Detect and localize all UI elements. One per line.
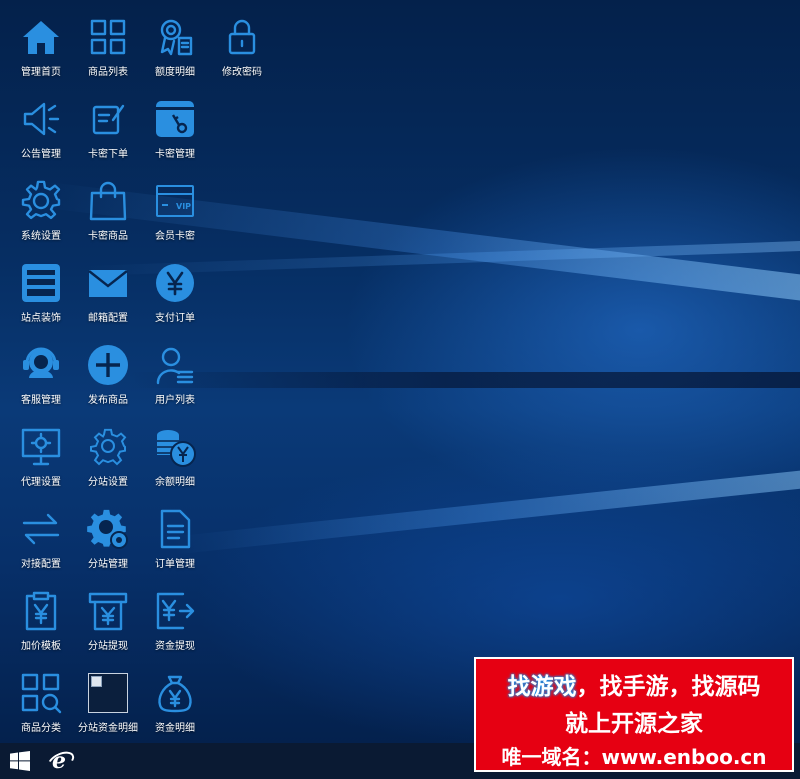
swap-arrows-icon [20, 508, 62, 550]
atm-yen-icon [87, 590, 129, 632]
internet-explorer-icon[interactable]: e [46, 748, 72, 774]
lock-icon [221, 16, 263, 58]
desktop-shortcut[interactable]: 商品列表 [75, 4, 141, 84]
desktop-shortcut[interactable]: 管理首页 [8, 4, 74, 84]
desktop-shortcut[interactable]: 用户列表 [142, 332, 208, 412]
shortcut-label: 商品列表 [88, 67, 128, 78]
gear-outline-icon [87, 426, 129, 468]
document-icon [154, 508, 196, 550]
shortcut-label: 额度明细 [155, 67, 195, 78]
shortcut-label: 分站管理 [88, 559, 128, 570]
shortcut-label: 邮箱配置 [88, 313, 128, 324]
shortcut-label: 分站资金明细 [78, 723, 138, 734]
shortcut-label: 商品分类 [21, 723, 61, 734]
shortcut-label: 订单管理 [155, 559, 195, 570]
plus-circle-icon [87, 344, 129, 386]
shortcut-label: 发布商品 [88, 395, 128, 406]
shortcut-label: 分站提现 [88, 641, 128, 652]
desktop-shortcut[interactable]: 卡密下单 [75, 86, 141, 166]
desktop-shortcut[interactable]: 分站管理 [75, 496, 141, 576]
watermark-highlight: 找游戏 [507, 674, 577, 700]
svg-text:VIP: VIP [176, 202, 191, 211]
grid-icon [87, 16, 129, 58]
gear-icon [20, 180, 62, 222]
shortcut-label: 客服管理 [21, 395, 61, 406]
desktop-shortcut[interactable]: 额度明细 [142, 4, 208, 84]
desktop-shortcut[interactable]: 客服管理 [8, 332, 74, 412]
watermark-line1: 找游戏，找手游，找源码 [476, 667, 792, 701]
desktop-shortcut[interactable]: 商品分类 [8, 660, 74, 740]
yen-coin-icon [154, 262, 196, 304]
desktop-shortcut[interactable]: 分站提现 [75, 578, 141, 658]
shortcut-label: 管理首页 [21, 67, 61, 78]
watermark-domain: 唯一域名：www.enboo.cn [501, 745, 767, 769]
clipboard-yen-icon [20, 590, 62, 632]
desktop-shortcut[interactable]: VIP 会员卡密 [142, 168, 208, 248]
shortcut-label: 用户列表 [155, 395, 195, 406]
user-list-icon [154, 344, 196, 386]
desktop-shortcut[interactable]: 分站设置 [75, 414, 141, 494]
vip-card-icon: VIP [154, 180, 196, 222]
desktop-shortcut[interactable]: 资金明细 [142, 660, 208, 740]
desktop-shortcut[interactable]: 订单管理 [142, 496, 208, 576]
desktop-shortcut[interactable]: 公告管理 [8, 86, 74, 166]
headset-icon [20, 344, 62, 386]
desktop-shortcut[interactable]: 余额明细 [142, 414, 208, 494]
shortcut-label: 余额明细 [155, 477, 195, 488]
shortcut-label: 分站设置 [88, 477, 128, 488]
shortcut-label: 修改密码 [222, 67, 262, 78]
desktop-shortcut[interactable]: 代理设置 [8, 414, 74, 494]
shortcut-label: 资金明细 [155, 723, 195, 734]
watermark-text: ，找手游，找源码 [576, 674, 761, 700]
desktop-shortcut[interactable]: 卡密商品 [75, 168, 141, 248]
coins-icon [154, 426, 196, 468]
watermark-line2: 就上开源之家 [565, 711, 703, 737]
desktop-shortcut[interactable]: 资金提现 [142, 578, 208, 658]
desktop-shortcut[interactable]: 修改密码 [209, 4, 275, 84]
shortcut-label: 系统设置 [21, 231, 61, 242]
megaphone-icon [20, 98, 62, 140]
shortcut-label: 站点装饰 [21, 313, 61, 324]
shortcut-label: 会员卡密 [155, 231, 195, 242]
shortcut-label: 资金提现 [155, 641, 195, 652]
shortcut-label: 卡密管理 [155, 149, 195, 160]
card-key-icon [154, 98, 196, 140]
desktop-shortcut[interactable]: 站点装饰 [8, 250, 74, 330]
shortcut-label: 公告管理 [21, 149, 61, 160]
monitor-gear-icon [20, 426, 62, 468]
desktop-shortcut[interactable]: 分站资金明细 [75, 660, 141, 740]
desktop-shortcut[interactable]: 系统设置 [8, 168, 74, 248]
mail-icon [87, 262, 129, 304]
desktop-shortcut[interactable]: 支付订单 [142, 250, 208, 330]
edit-note-icon [87, 98, 129, 140]
watermark-banner: 找游戏，找手游，找源码 就上开源之家 唯一域名：www.enboo.cn [474, 657, 794, 772]
broken-image-icon [87, 672, 129, 714]
shortcut-label: 对接配置 [21, 559, 61, 570]
desktop-shortcut[interactable]: 发布商品 [75, 332, 141, 412]
desktop-shortcut[interactable]: 卡密管理 [142, 86, 208, 166]
shortcut-label: 卡密商品 [88, 231, 128, 242]
shortcut-label: 代理设置 [21, 477, 61, 488]
home-icon [20, 16, 62, 58]
shortcut-label: 支付订单 [155, 313, 195, 324]
certificate-icon [154, 16, 196, 58]
layout-icon [20, 262, 62, 304]
desktop-shortcut[interactable]: 加价模板 [8, 578, 74, 658]
shopping-bag-icon [87, 180, 129, 222]
shortcut-label: 卡密下单 [88, 149, 128, 160]
money-bag-icon [154, 672, 196, 714]
desktop-wallpaper: 管理首页 商品列表 额度明细 修改密码公告管理 卡密下单 卡密管理系统设置 卡密商品 VIP 会… [0, 0, 800, 743]
shortcut-label: 加价模板 [21, 641, 61, 652]
desktop-shortcut[interactable]: 邮箱配置 [75, 250, 141, 330]
desktop-shortcut[interactable]: 对接配置 [8, 496, 74, 576]
yen-transfer-icon [154, 590, 196, 632]
windows-start-icon[interactable] [10, 751, 30, 771]
category-search-icon [20, 672, 62, 714]
gears-icon [87, 508, 129, 550]
